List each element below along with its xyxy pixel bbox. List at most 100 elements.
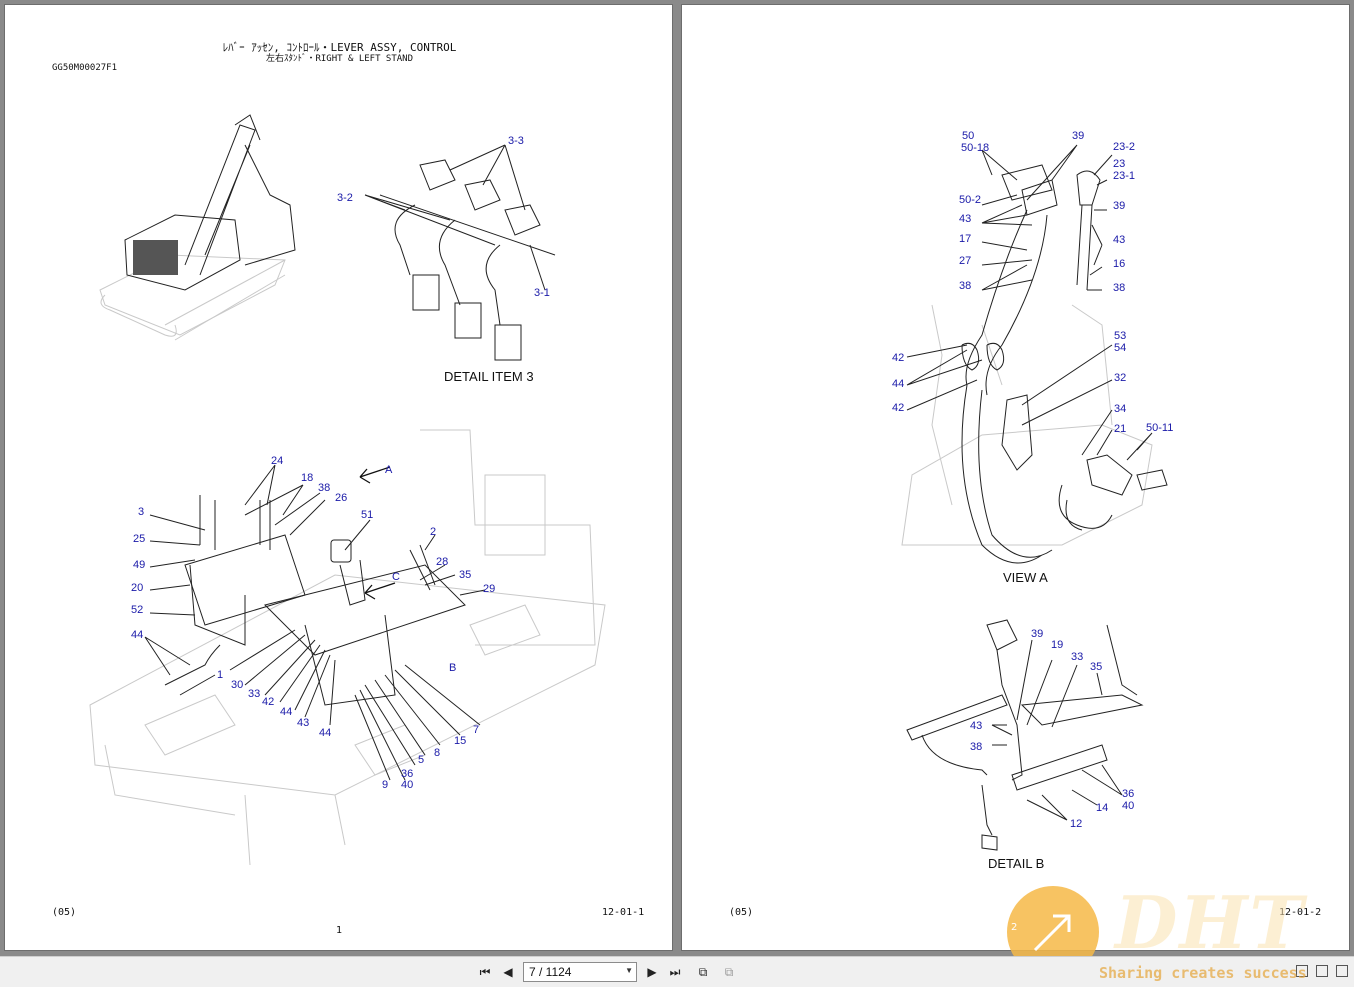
label-50-18: 50-18 <box>961 142 989 154</box>
label-b-43: 43 <box>970 720 982 732</box>
label-16: 16 <box>1113 258 1125 270</box>
continuous-view-icon[interactable] <box>1336 965 1348 977</box>
label-39-top: 39 <box>1072 130 1084 142</box>
label-b-36: 36 <box>1122 788 1134 800</box>
label-b-12: 12 <box>1070 818 1082 830</box>
label-1: 1 <box>217 669 223 681</box>
label-44: 44 <box>892 378 904 390</box>
label-50: 50 <box>962 130 974 142</box>
label-3-1: 3-1 <box>534 287 550 299</box>
label-44-mid: 44 <box>280 706 292 718</box>
label-view-c: C <box>392 571 400 583</box>
view-a-caption: VIEW A <box>1003 570 1048 585</box>
watermark-number: 2 <box>1011 922 1018 933</box>
page-number-field[interactable]: 7 / 1124 ▼ <box>523 962 637 982</box>
watermark-logo: DHT <box>1115 880 1306 965</box>
label-51: 51 <box>361 509 373 521</box>
label-3-2: 3-2 <box>337 192 353 204</box>
label-5: 5 <box>418 754 424 766</box>
prev-page-icon: ◀ <box>503 965 513 979</box>
fit-page-icon: ⧉ <box>698 964 708 979</box>
detail-b-caption: DETAIL B <box>988 856 1045 871</box>
main-assembly-drawing: 24 18 38 26 A 3 51 2 25 28 49 C 35 20 29… <box>89 429 606 866</box>
label-27: 27 <box>959 255 971 267</box>
label-3-3: 3-3 <box>508 135 524 147</box>
label-50-11: 50-11 <box>1146 422 1173 434</box>
label-50-2: 50-2 <box>959 194 981 206</box>
view-a-drawing: 50 50-18 39 23-2 23 23-1 50-2 39 43 43 1… <box>892 130 1173 564</box>
label-b-14: 14 <box>1096 802 1108 814</box>
label-view-b: B <box>449 662 456 674</box>
label-42-bottom: 42 <box>892 402 904 414</box>
first-page-icon: ⏮ <box>479 964 491 979</box>
detail-item3-drawing: 3-3 3-2 3-1 <box>337 135 556 361</box>
next-page-button[interactable]: ▶ <box>643 963 661 981</box>
label-43-right: 43 <box>1113 234 1125 246</box>
label-35: 35 <box>459 569 471 581</box>
label-15: 15 <box>454 735 466 747</box>
last-page-button[interactable]: ⏭ <box>666 963 684 981</box>
label-b-35: 35 <box>1090 661 1102 673</box>
label-52: 52 <box>131 604 143 616</box>
label-43-left: 43 <box>959 213 971 225</box>
left-footer-code: 12-01-1 <box>602 907 645 918</box>
label-29: 29 <box>483 583 495 595</box>
label-33: 33 <box>248 688 260 700</box>
label-40: 40 <box>401 779 413 791</box>
label-43: 43 <box>297 717 309 729</box>
label-25: 25 <box>133 533 145 545</box>
label-17: 17 <box>959 233 971 245</box>
label-7: 7 <box>473 724 479 736</box>
label-54: 54 <box>1114 342 1126 354</box>
fit-width-icon: ⧉ <box>724 964 734 979</box>
label-18: 18 <box>301 472 313 484</box>
label-21: 21 <box>1114 423 1126 435</box>
label-3: 3 <box>138 506 144 518</box>
label-39-right: 39 <box>1113 200 1125 212</box>
right-footer-rev: (05) <box>729 907 754 918</box>
label-20: 20 <box>131 582 143 594</box>
label-b-19: 19 <box>1051 639 1063 651</box>
chevron-down-icon[interactable]: ▼ <box>625 966 633 975</box>
label-b-38: 38 <box>970 741 982 753</box>
label-9: 9 <box>382 779 388 791</box>
page-number-value: 7 / 1124 <box>529 965 572 979</box>
two-page-view-icon[interactable] <box>1316 965 1328 977</box>
label-24: 24 <box>271 455 283 467</box>
right-document-page: 50 50-18 39 23-2 23 23-1 50-2 39 43 43 1… <box>681 4 1350 951</box>
label-42: 42 <box>262 696 274 708</box>
label-26: 26 <box>335 492 347 504</box>
label-32: 32 <box>1114 372 1126 384</box>
left-parts-drawing: 3-3 3-2 3-1 24 18 38 26 A 3 51 2 25 28 4… <box>89 114 606 866</box>
label-8: 8 <box>434 747 440 759</box>
label-38-right: 38 <box>1113 282 1125 294</box>
label-38: 38 <box>318 482 330 494</box>
label-34: 34 <box>1114 403 1126 415</box>
label-23-1: 23-1 <box>1113 170 1135 182</box>
label-23: 23 <box>1113 158 1125 170</box>
label-28: 28 <box>436 556 448 568</box>
label-2: 2 <box>430 526 436 538</box>
crane-thumbnail <box>99 114 296 341</box>
label-view-a: A <box>385 464 393 476</box>
label-b-33: 33 <box>1071 651 1083 663</box>
label-23-2: 23-2 <box>1113 141 1135 153</box>
watermark-slogan: Sharing creates success <box>1099 964 1307 982</box>
last-page-icon: ⏭ <box>669 964 681 979</box>
first-page-button[interactable]: ⏮ <box>476 963 494 981</box>
prev-page-button[interactable]: ◀ <box>499 963 517 981</box>
label-b-39: 39 <box>1031 628 1043 640</box>
detail-item3-caption: DETAIL ITEM 3 <box>444 369 534 384</box>
next-page-icon: ▶ <box>647 965 657 979</box>
label-38-left: 38 <box>959 280 971 292</box>
label-44-low: 44 <box>319 727 331 739</box>
fit-width-button[interactable]: ⧉ <box>720 963 738 981</box>
label-b-40: 40 <box>1122 800 1134 812</box>
label-44-left: 44 <box>131 629 143 641</box>
left-footer-rev: (05) <box>52 907 77 918</box>
left-page-number: 1 <box>336 925 343 936</box>
detail-b-drawing: 39 19 33 35 43 38 36 40 14 12 <box>906 619 1144 851</box>
label-30: 30 <box>231 679 243 691</box>
label-49: 49 <box>133 559 145 571</box>
fit-page-button[interactable]: ⧉ <box>694 963 712 981</box>
